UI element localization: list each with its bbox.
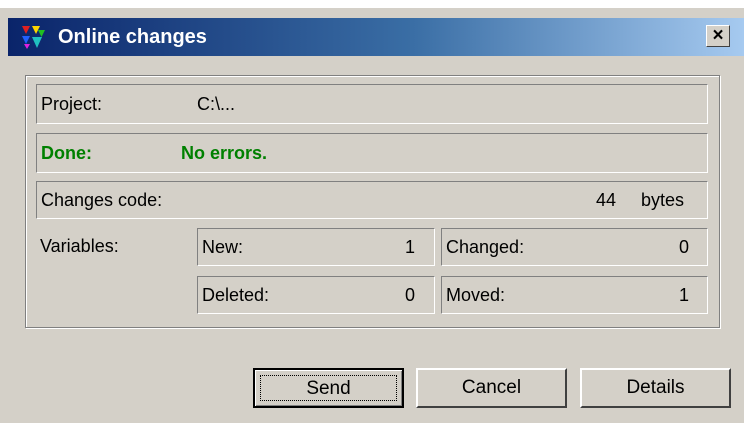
- changes-code-field: Changes code: 44 bytes: [36, 181, 708, 219]
- deleted-value: 0: [405, 285, 416, 305]
- send-button-label: Send: [306, 378, 351, 399]
- project-label: Project:: [41, 94, 103, 114]
- changes-code-unit: bytes: [641, 190, 685, 210]
- changes-code-value: 44: [596, 190, 617, 210]
- changed-count-field: Changed: 0: [441, 228, 708, 266]
- online-changes-dialog: Online changes × Project: C:\... Done: N…: [0, 0, 744, 423]
- changed-value: 0: [679, 237, 690, 257]
- cancel-button-label: Cancel: [461, 377, 522, 398]
- send-button[interactable]: Send: [253, 368, 404, 408]
- details-button[interactable]: Details: [580, 368, 731, 408]
- send-button-focus-ring: Send: [260, 375, 397, 401]
- new-count-field: New: 1: [197, 228, 435, 266]
- details-button-label: Details: [626, 377, 685, 398]
- page-margin: [0, 0, 744, 8]
- changed-label: Changed:: [446, 237, 525, 257]
- status-field: Done: No errors.: [36, 133, 708, 173]
- changes-code-label: Changes code:: [41, 190, 163, 210]
- project-path: C:\...: [197, 94, 236, 114]
- title-bar[interactable]: Online changes ×: [8, 18, 744, 56]
- window-title: Online changes: [58, 26, 207, 48]
- close-button[interactable]: ×: [706, 25, 730, 47]
- deleted-count-field: Deleted: 0: [197, 276, 435, 314]
- deleted-label: Deleted:: [202, 285, 270, 305]
- status-value: No errors.: [181, 143, 268, 163]
- moved-count-field: Moved: 1: [441, 276, 708, 314]
- variables-label: Variables:: [40, 236, 119, 256]
- colored-triangles-app-icon: [22, 26, 45, 49]
- project-field: Project: C:\...: [36, 84, 708, 124]
- close-icon: ×: [712, 25, 724, 46]
- status-label: Done:: [41, 143, 92, 163]
- moved-label: Moved:: [446, 285, 506, 305]
- new-value: 1: [405, 237, 416, 257]
- moved-value: 1: [679, 285, 690, 305]
- new-label: New:: [202, 237, 244, 257]
- cancel-button[interactable]: Cancel: [416, 368, 567, 408]
